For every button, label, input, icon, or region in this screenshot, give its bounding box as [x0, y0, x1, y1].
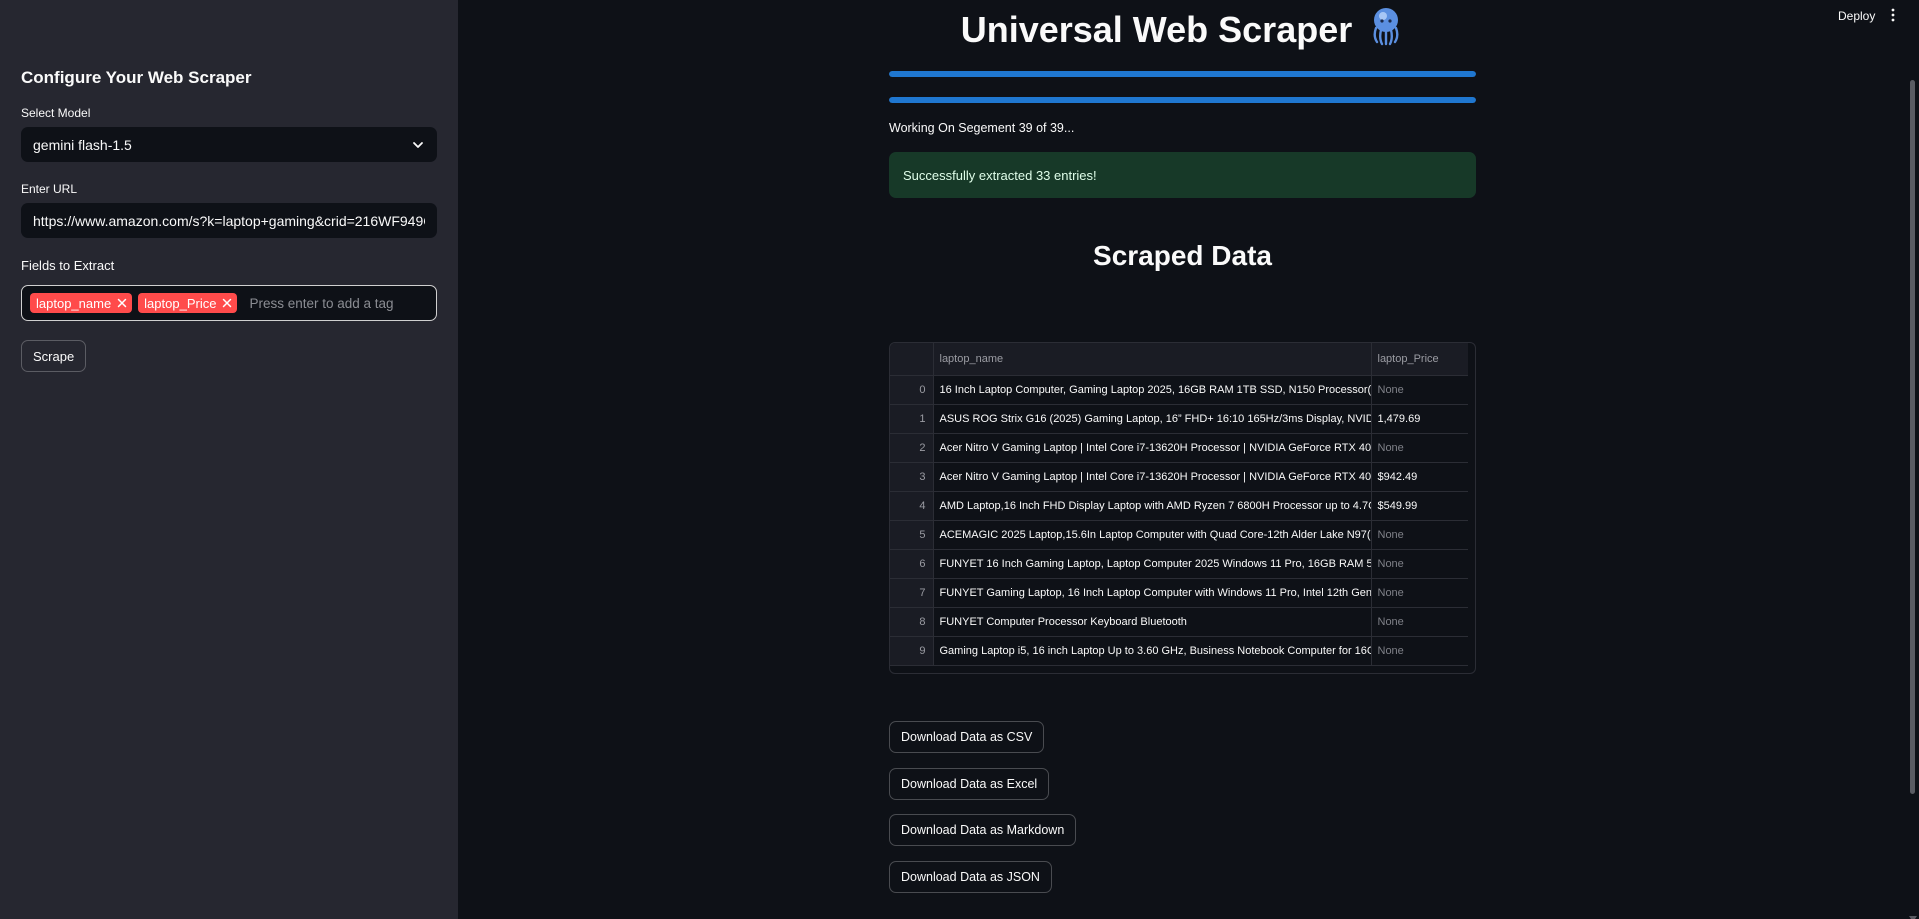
scrape-button[interactable]: Scrape — [21, 340, 87, 372]
cell-laptop-name[interactable]: FUNYET 16 Inch Gaming Laptop, Laptop Com… — [933, 549, 1372, 579]
tag-input[interactable] — [249, 295, 428, 311]
download-excel-button[interactable]: Download Data as Excel — [889, 768, 1050, 800]
cell-laptop-price[interactable]: $942.49 — [1371, 462, 1468, 492]
tag-laptop-name: laptop_name — [30, 293, 133, 313]
table-row[interactable]: 0 16 Inch Laptop Computer, Gaming Laptop … — [890, 375, 1468, 405]
tags-input-box[interactable]: laptop_name laptop_Price — [21, 285, 437, 321]
model-select[interactable]: gemini flash-1.5 — [21, 127, 437, 162]
cell-laptop-name[interactable]: 16 Inch Laptop Computer, Gaming Laptop 2… — [933, 375, 1372, 405]
row-index: 5 — [890, 520, 934, 550]
column-header-index[interactable] — [890, 343, 934, 376]
table-row[interactable]: 5 ACEMAGIC 2025 Laptop,15.6In Laptop Comp… — [890, 520, 1468, 550]
url-input[interactable] — [21, 203, 437, 238]
more-vert-icon[interactable] — [1890, 8, 1896, 22]
progress-fill — [889, 97, 1476, 103]
section-title: Scraped Data — [1093, 240, 1272, 271]
page-title-text: Universal Web Scraper — [960, 9, 1353, 50]
table-row[interactable]: 1 ASUS ROG Strix G16 (2025) Gaming Laptop… — [890, 404, 1468, 434]
tag-laptop-price: laptop_Price — [138, 293, 238, 313]
row-index: 0 — [890, 375, 934, 405]
download-csv-button[interactable]: Download Data as CSV — [889, 721, 1045, 753]
row-index: 3 — [890, 462, 934, 492]
row-index: 2 — [890, 433, 934, 463]
table-row[interactable]: 4 AMD Laptop,16 Inch FHD Display Laptop w… — [890, 491, 1468, 521]
success-alert: Successfully extracted 33 entries! — [889, 152, 1476, 198]
chevron-down-icon — [411, 138, 425, 152]
cell-laptop-price[interactable]: None — [1371, 549, 1468, 579]
table-row[interactable]: 9 Gaming Laptop i5, 16 inch Laptop Up to … — [890, 636, 1468, 666]
cell-laptop-name[interactable]: FUNYET Gaming Laptop, 16 Inch Laptop Com… — [933, 578, 1372, 608]
scroll-down-arrow-icon[interactable] — [1909, 909, 1917, 919]
sidebar: Configure Your Web Scraper Select Model … — [0, 0, 458, 919]
table-row[interactable]: 3 Acer Nitro V Gaming Laptop | Intel Core… — [890, 462, 1468, 492]
status-text: Working On Segement 39 of 39... — [889, 121, 1075, 135]
progress-bar — [889, 71, 1476, 77]
octopus-icon — [1368, 6, 1404, 55]
table-row[interactable]: 2 Acer Nitro V Gaming Laptop | Intel Core… — [890, 433, 1468, 463]
cell-laptop-price[interactable]: None — [1371, 375, 1468, 405]
row-index: 6 — [890, 549, 934, 579]
cell-laptop-price[interactable]: 1,479.69 — [1371, 404, 1468, 434]
close-icon[interactable] — [117, 298, 127, 308]
cell-laptop-name[interactable]: ASUS ROG Strix G16 (2025) Gaming Laptop,… — [933, 404, 1372, 434]
progress-bar — [889, 97, 1476, 103]
cell-laptop-price[interactable]: None — [1371, 433, 1468, 463]
progress-fill — [889, 71, 1476, 77]
row-index: 4 — [890, 491, 934, 521]
table-header-row: laptop_name laptop_Price — [890, 343, 1468, 376]
cell-laptop-name[interactable]: Acer Nitro V Gaming Laptop | Intel Core … — [933, 433, 1372, 463]
cell-laptop-name[interactable]: Gaming Laptop i5, 16 inch Laptop Up to 3… — [933, 636, 1372, 666]
tag-label: laptop_name — [36, 295, 112, 311]
column-header-laptop-price[interactable]: laptop_Price — [1371, 343, 1468, 376]
download-json-button[interactable]: Download Data as JSON — [889, 861, 1052, 893]
fields-label: Fields to Extract — [21, 258, 115, 273]
cell-laptop-price[interactable]: None — [1371, 578, 1468, 608]
deploy-button[interactable]: Deploy — [1838, 9, 1875, 23]
cell-laptop-name[interactable]: FUNYET Computer Processor Keyboard Bluet… — [933, 607, 1372, 637]
table-row[interactable]: 7 FUNYET Gaming Laptop, 16 Inch Laptop Co… — [890, 578, 1468, 608]
cell-laptop-price[interactable]: $549.99 — [1371, 491, 1468, 521]
row-index: 8 — [890, 607, 934, 637]
cell-laptop-price[interactable]: None — [1371, 607, 1468, 637]
cell-laptop-price[interactable]: None — [1371, 520, 1468, 550]
column-header-laptop-name[interactable]: laptop_name — [933, 343, 1372, 376]
model-select-value: gemini flash-1.5 — [33, 136, 132, 153]
download-markdown-button[interactable]: Download Data as Markdown — [889, 814, 1077, 846]
scrollbar[interactable] — [1910, 80, 1915, 794]
cell-laptop-price[interactable]: None — [1371, 636, 1468, 666]
table-row[interactable]: 8 FUNYET Computer Processor Keyboard Blue… — [890, 607, 1468, 637]
close-icon[interactable] — [222, 298, 232, 308]
url-label: Enter URL — [21, 182, 78, 196]
model-label: Select Model — [21, 106, 91, 120]
tag-label: laptop_Price — [144, 295, 217, 311]
row-index: 9 — [890, 636, 934, 666]
page-title: Universal Web Scraper — [889, 6, 1476, 55]
cell-laptop-name[interactable]: AMD Laptop,16 Inch FHD Display Laptop wi… — [933, 491, 1372, 521]
data-table[interactable]: laptop_name laptop_Price 0 16 Inch Laptop… — [889, 342, 1476, 674]
row-index: 7 — [890, 578, 934, 608]
success-message: Successfully extracted 33 entries! — [903, 167, 1097, 183]
sidebar-title: Configure Your Web Scraper — [21, 68, 252, 87]
cell-laptop-name[interactable]: ACEMAGIC 2025 Laptop,15.6In Laptop Compu… — [933, 520, 1372, 550]
cell-laptop-name[interactable]: Acer Nitro V Gaming Laptop | Intel Core … — [933, 462, 1372, 492]
table-row[interactable]: 6 FUNYET 16 Inch Gaming Laptop, Laptop Co… — [890, 549, 1468, 579]
row-index: 1 — [890, 404, 934, 434]
